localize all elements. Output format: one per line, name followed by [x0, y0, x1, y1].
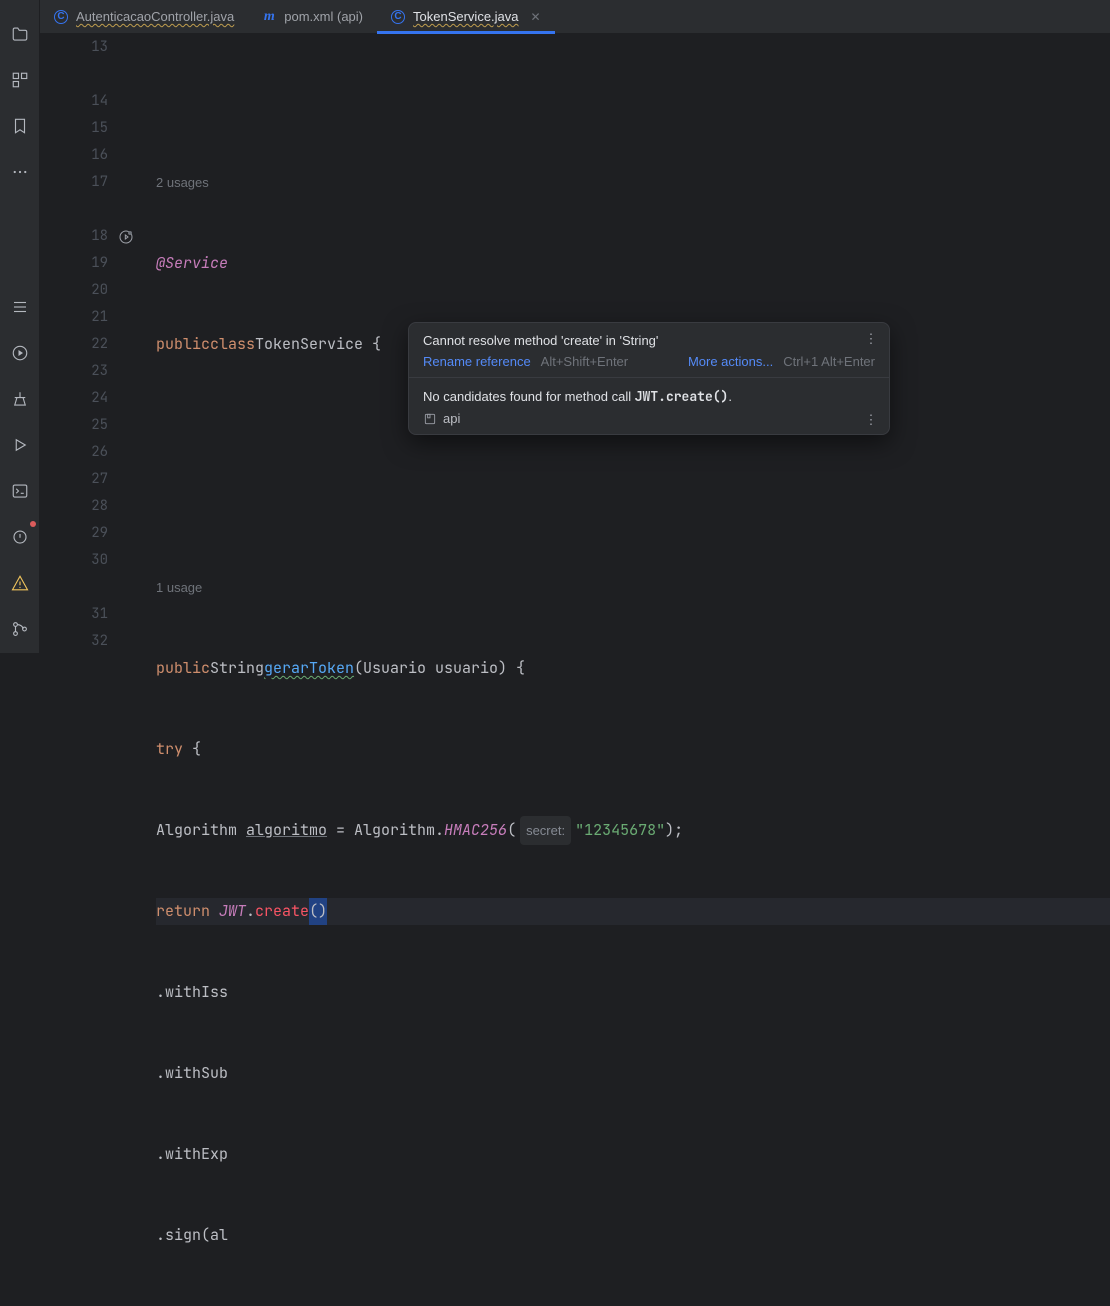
tab-label: pom.xml (api)	[284, 9, 363, 24]
tab-label: TokenService.java	[413, 9, 519, 24]
more-icon[interactable]	[6, 158, 34, 186]
structure-icon[interactable]	[6, 66, 34, 94]
usage-hint[interactable]: 1 usage	[156, 574, 202, 601]
close-icon[interactable]: ✕	[531, 10, 541, 24]
tab-tokenservice[interactable]: C TokenService.java ✕	[377, 0, 555, 33]
java-icon: C	[391, 10, 405, 24]
popup-menu-icon[interactable]: ⋮	[861, 410, 881, 430]
maven-icon: m	[262, 10, 276, 24]
rename-reference-link[interactable]: Rename reference	[423, 354, 531, 369]
module-icon	[423, 412, 437, 426]
tab-pom[interactable]: m pom.xml (api)	[248, 0, 377, 33]
param-hint: secret:	[520, 816, 571, 845]
terminal-icon[interactable]	[6, 477, 34, 505]
popup-title: Cannot resolve method 'create' in 'Strin…	[423, 333, 875, 348]
bookmark-icon[interactable]	[6, 112, 34, 140]
tab-label: AutenticacaoController.java	[76, 9, 234, 24]
project-icon[interactable]	[6, 20, 34, 48]
tab-autenticacao[interactable]: C AutenticacaoController.java	[40, 0, 248, 33]
notifications-icon[interactable]	[6, 523, 34, 551]
usages-hint[interactable]: 2 usages	[156, 169, 209, 196]
error-popup: ⋮ Cannot resolve method 'create' in 'Str…	[408, 322, 890, 435]
popup-menu-icon[interactable]: ⋮	[861, 329, 881, 349]
tool-rail	[0, 0, 40, 653]
more-actions-link[interactable]: More actions...	[688, 354, 773, 369]
run-icon[interactable]	[6, 431, 34, 459]
popup-context[interactable]: api	[423, 411, 875, 426]
todo-icon[interactable]	[6, 293, 34, 321]
shortcut-hint: Alt+Shift+Enter	[541, 354, 628, 369]
line-gutter: 13 14 15 16 17 18 19 20 21 22 23 24 25 2…	[40, 34, 128, 653]
popup-message: No candidates found for method call JWT.…	[423, 388, 875, 405]
shortcut-hint: Ctrl+1 Alt+Enter	[783, 354, 875, 369]
editor-tabs: C AutenticacaoController.java m pom.xml …	[40, 0, 1110, 34]
services-icon[interactable]	[6, 339, 34, 367]
build-icon[interactable]	[6, 385, 34, 413]
java-icon: C	[54, 10, 68, 24]
problems-icon[interactable]	[6, 569, 34, 597]
vcs-icon[interactable]	[6, 615, 34, 643]
